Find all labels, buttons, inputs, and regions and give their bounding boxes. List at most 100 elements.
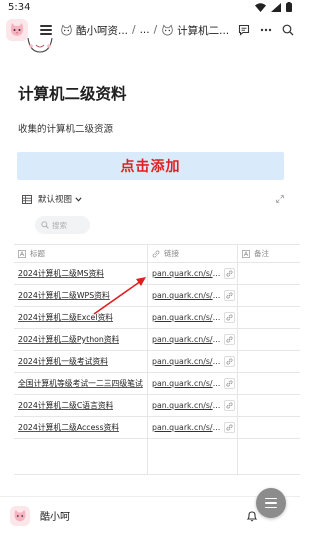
breadcrumb-item-workspace[interactable]: 酷小呵资... bbox=[76, 23, 128, 38]
floating-menu-button[interactable] bbox=[256, 488, 286, 518]
search-input[interactable] bbox=[52, 220, 90, 230]
title-cell[interactable]: 全国计算机等级考试一二三四级笔试 bbox=[14, 373, 148, 394]
link-icon bbox=[152, 250, 160, 257]
text-field-icon bbox=[18, 249, 26, 258]
bell-icon[interactable] bbox=[246, 510, 258, 522]
notes-cell[interactable] bbox=[238, 307, 300, 328]
resource-title[interactable]: 2024计算机二级C语言资料 bbox=[18, 400, 113, 411]
app-avatar[interactable] bbox=[6, 19, 28, 41]
view-selector[interactable]: 默认视图 bbox=[38, 193, 72, 205]
table-header: 标题 链接 备注 bbox=[14, 245, 300, 263]
table-row[interactable]: 2024计算机二级MS资料 pan.quark.cn/s/8... bbox=[14, 263, 300, 285]
resource-link[interactable]: pan.quark.cn/s/8... bbox=[152, 269, 222, 278]
breadcrumb-item-collapsed[interactable]: ... bbox=[140, 24, 150, 36]
table-row[interactable]: 2024计算机二级Access资料 pan.quark.cn/s/5... bbox=[14, 417, 300, 439]
more-icon[interactable] bbox=[260, 24, 272, 36]
column-header-title[interactable]: 标题 bbox=[14, 245, 148, 262]
status-time: 5:34 bbox=[8, 1, 31, 13]
resource-title[interactable]: 2024计算机二级MS资料 bbox=[18, 268, 104, 279]
breadcrumb-separator: / bbox=[132, 24, 136, 36]
title-cell[interactable]: 2024计算机二级C语言资料 bbox=[14, 395, 148, 416]
resource-link[interactable]: pan.quark.cn/s/3... bbox=[152, 379, 222, 388]
search-field[interactable] bbox=[35, 216, 90, 234]
notes-cell[interactable] bbox=[238, 285, 300, 306]
resource-link[interactable]: pan.quark.cn/s/b... bbox=[152, 291, 222, 300]
add-banner[interactable]: 点击添加 bbox=[17, 152, 284, 180]
text-field-icon bbox=[242, 249, 250, 258]
table-row[interactable]: 2024计算机二级Excel资料 pan.quark.cn/s/7... bbox=[14, 307, 300, 329]
table-row[interactable]: 全国计算机等级考试一二三四级笔试 pan.quark.cn/s/3... bbox=[14, 373, 300, 395]
notes-cell[interactable] bbox=[238, 395, 300, 416]
notes-cell[interactable] bbox=[238, 329, 300, 350]
link-cell[interactable]: pan.quark.cn/s/8... bbox=[148, 329, 238, 350]
resource-table: 标题 链接 备注 2024计算机二级MS资料 pan.quark.cn/s/8..… bbox=[14, 244, 300, 475]
status-bar: 5:34 bbox=[0, 0, 300, 14]
link-cell[interactable]: pan.quark.cn/s/7... bbox=[148, 307, 238, 328]
title-cell[interactable]: 2024计算机二级Excel资料 bbox=[14, 307, 148, 328]
resource-link[interactable]: pan.quark.cn/s/7... bbox=[152, 313, 222, 322]
title-cell[interactable]: 2024计算机一级考试资料 bbox=[14, 351, 148, 372]
notes-cell[interactable] bbox=[238, 263, 300, 284]
link-icon[interactable] bbox=[224, 400, 235, 411]
table-row[interactable]: 2024计算机二级Python资料 pan.quark.cn/s/8... bbox=[14, 329, 300, 351]
table-row[interactable]: 2024计算机二级WPS资料 pan.quark.cn/s/b... bbox=[14, 285, 300, 307]
link-icon[interactable] bbox=[224, 290, 235, 301]
resource-title[interactable]: 全国计算机等级考试一二三四级笔试 bbox=[18, 378, 143, 389]
column-header-notes[interactable]: 备注 bbox=[238, 245, 300, 262]
resource-title[interactable]: 2024计算机二级Access资料 bbox=[18, 422, 119, 433]
link-cell[interactable]: pan.quark.cn/s/5... bbox=[148, 417, 238, 438]
breadcrumb: 酷小呵资... / ... / 计算机二... bbox=[60, 23, 234, 38]
resource-link[interactable]: pan.quark.cn/s/8... bbox=[152, 335, 222, 344]
status-icons bbox=[255, 2, 292, 12]
title-cell[interactable]: 2024计算机二级MS资料 bbox=[14, 263, 148, 284]
resource-link[interactable]: pan.quark.cn/s/1... bbox=[152, 401, 222, 410]
link-icon[interactable] bbox=[224, 356, 235, 367]
title-cell[interactable]: 2024计算机二级Access资料 bbox=[14, 417, 148, 438]
resource-title[interactable]: 2024计算机二级Excel资料 bbox=[18, 312, 113, 323]
title-cell[interactable]: 2024计算机二级WPS资料 bbox=[14, 285, 148, 306]
table-empty-row bbox=[14, 439, 300, 475]
link-icon[interactable] bbox=[224, 268, 235, 279]
resource-title[interactable]: 2024计算机一级考试资料 bbox=[18, 356, 108, 367]
link-icon[interactable] bbox=[224, 422, 235, 433]
add-banner-label: 点击添加 bbox=[120, 159, 181, 175]
comment-icon[interactable] bbox=[238, 24, 250, 36]
link-cell[interactable]: pan.quark.cn/s/8... bbox=[148, 263, 238, 284]
link-cell[interactable]: pan.quark.cn/s/3... bbox=[148, 373, 238, 394]
notes-cell[interactable] bbox=[238, 417, 300, 438]
chevron-down-icon[interactable] bbox=[75, 196, 82, 202]
link-icon[interactable] bbox=[224, 378, 235, 389]
search-icon[interactable] bbox=[282, 24, 294, 36]
table-body: 2024计算机二级MS资料 pan.quark.cn/s/8... 2024计算机二… bbox=[14, 263, 300, 439]
page-description: 收集的计算机二级资源 bbox=[18, 124, 114, 135]
link-cell[interactable]: pan.quark.cn/s/1... bbox=[148, 395, 238, 416]
table-row[interactable]: 2024计算机二级C语言资料 pan.quark.cn/s/1... bbox=[14, 395, 300, 417]
cat-page-icon bbox=[61, 24, 72, 36]
nav-actions bbox=[238, 24, 294, 36]
view-bar: 默认视图 bbox=[22, 192, 284, 206]
search-icon bbox=[41, 221, 49, 229]
user-avatar[interactable] bbox=[10, 505, 30, 526]
title-cell[interactable]: 2024计算机二级Python资料 bbox=[14, 329, 148, 350]
resource-title[interactable]: 2024计算机二级WPS资料 bbox=[18, 290, 110, 301]
resource-title[interactable]: 2024计算机二级Python资料 bbox=[18, 334, 119, 345]
menu-icon[interactable] bbox=[40, 25, 52, 35]
expand-icon[interactable] bbox=[276, 195, 284, 203]
cat-page-icon bbox=[162, 24, 173, 36]
link-icon[interactable] bbox=[224, 312, 235, 323]
link-cell[interactable]: pan.quark.cn/s/7... bbox=[148, 351, 238, 372]
breadcrumb-item-current[interactable]: 计算机二... bbox=[177, 23, 229, 38]
link-icon[interactable] bbox=[224, 334, 235, 345]
cat-avatar-icon bbox=[10, 23, 24, 36]
battery-icon bbox=[286, 2, 292, 12]
table-grid-icon bbox=[22, 194, 32, 204]
wifi-icon bbox=[255, 2, 266, 12]
link-cell[interactable]: pan.quark.cn/s/b... bbox=[148, 285, 238, 306]
table-row[interactable]: 2024计算机一级考试资料 pan.quark.cn/s/7... bbox=[14, 351, 300, 373]
breadcrumb-separator: / bbox=[153, 24, 158, 36]
resource-link[interactable]: pan.quark.cn/s/5... bbox=[152, 423, 222, 432]
resource-link[interactable]: pan.quark.cn/s/7... bbox=[152, 357, 222, 366]
column-header-link[interactable]: 链接 bbox=[148, 245, 238, 262]
notes-cell[interactable] bbox=[238, 351, 300, 372]
notes-cell[interactable] bbox=[238, 373, 300, 394]
